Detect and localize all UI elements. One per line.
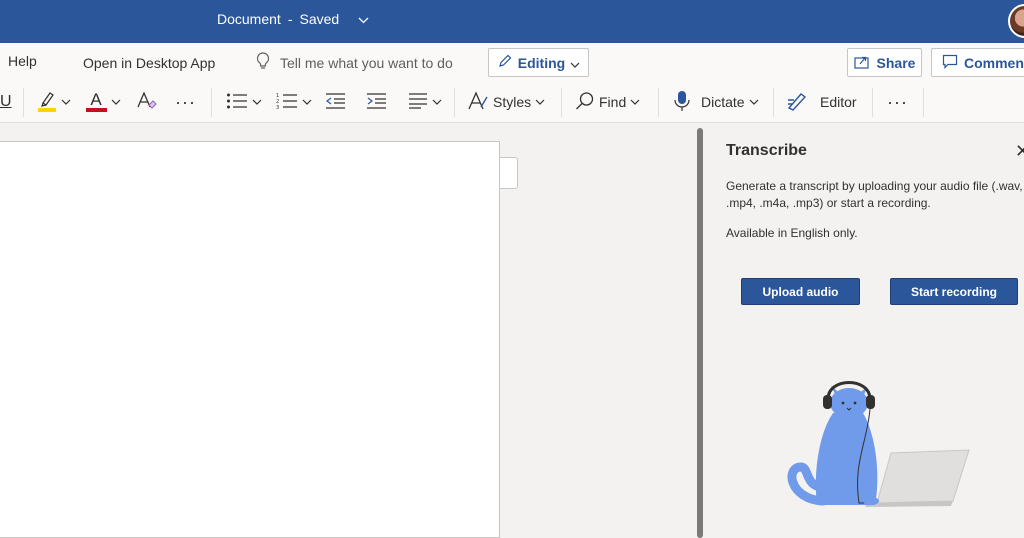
document-title[interactable]: Document - Saved (217, 11, 369, 27)
share-label: Share (876, 54, 916, 71)
underline-button[interactable]: U (0, 90, 12, 114)
save-status: Saved (299, 11, 340, 27)
ribbon-separator (872, 88, 873, 117)
chevron-down-icon (570, 55, 580, 71)
title-separator: - (287, 11, 293, 27)
dictate-label: Dictate (701, 94, 745, 110)
pane-title: Transcribe (726, 142, 807, 159)
editor-label: Editor (820, 94, 857, 110)
pencil-icon (497, 53, 513, 72)
find-label: Find (599, 94, 627, 110)
ribbon-separator (23, 88, 24, 117)
avatar[interactable] (1008, 4, 1024, 38)
chevron-down-icon (630, 97, 640, 107)
close-icon[interactable]: ✕ (1015, 141, 1024, 162)
menu-bar: Help Open in Desktop App Tell me what yo… (0, 43, 1024, 82)
pane-description: Generate a transcript by uploading your … (726, 179, 1023, 210)
vertical-scrollbar[interactable] (697, 128, 703, 538)
editor-pen-icon (786, 91, 808, 114)
font-color-button[interactable]: A (85, 90, 121, 114)
clear-formatting-icon (136, 90, 158, 114)
document-page[interactable] (0, 141, 500, 538)
share-button[interactable]: Share (847, 48, 922, 77)
document-name: Document (217, 11, 281, 27)
menu-help[interactable]: Help (8, 53, 37, 69)
editing-label: Editing (517, 54, 566, 71)
decrease-indent-button[interactable] (325, 90, 346, 114)
styles-icon (467, 90, 489, 114)
page-side-tab[interactable] (500, 157, 518, 189)
numbered-list-icon: 123 (276, 92, 298, 113)
tell-me-search[interactable]: Tell me what you want to do (256, 52, 453, 73)
bullet-list-icon (226, 92, 248, 113)
styles-button[interactable]: Styles (467, 90, 545, 114)
chevron-down-icon[interactable] (302, 97, 312, 107)
availability-note: Available in English only. (726, 226, 858, 240)
chevron-down-icon[interactable] (252, 97, 262, 107)
align-button[interactable] (408, 90, 442, 114)
title-bar: Document - Saved (0, 0, 1024, 43)
underline-label: U (0, 93, 12, 110)
dictate-button[interactable]: Dictate (673, 90, 759, 114)
chevron-down-icon[interactable] (358, 11, 369, 27)
more-icon: ··· (887, 91, 908, 112)
align-left-icon (408, 92, 428, 113)
lightbulb-icon (256, 52, 270, 73)
numbering-button[interactable]: 123 (276, 90, 312, 114)
microphone-icon (673, 90, 691, 115)
chevron-down-icon[interactable] (749, 97, 759, 107)
comments-label: Comments (964, 54, 1024, 71)
open-in-desktop-app[interactable]: Open in Desktop App (83, 55, 215, 71)
bullets-button[interactable] (226, 90, 262, 114)
chevron-down-icon[interactable] (111, 97, 121, 107)
more-font-options-button[interactable]: ··· (175, 90, 196, 114)
comment-icon (942, 54, 958, 72)
transcribe-pane: Transcribe ✕ Generate a transcript by up… (708, 123, 1024, 538)
styles-label: Styles (493, 94, 532, 110)
more-icon: ··· (175, 91, 196, 112)
editing-mode-button[interactable]: Editing (488, 48, 589, 77)
svg-text:3: 3 (276, 105, 279, 110)
ribbon-separator (561, 88, 562, 117)
ribbon-separator (658, 88, 659, 117)
highlight-color-button[interactable] (37, 90, 71, 114)
highlighter-icon (37, 90, 57, 115)
upload-audio-button[interactable]: Upload audio (741, 278, 860, 305)
ribbon-separator (923, 88, 924, 117)
cat-headphones-illustration (787, 381, 970, 507)
increase-indent-icon (366, 92, 387, 113)
chevron-down-icon[interactable] (432, 97, 442, 107)
tell-me-placeholder: Tell me what you want to do (280, 54, 453, 71)
editor-button[interactable]: Editor (786, 90, 857, 114)
start-recording-button[interactable]: Start recording (890, 278, 1018, 305)
ribbon-separator (773, 88, 774, 117)
chevron-down-icon (535, 97, 545, 107)
share-icon (853, 54, 871, 72)
font-color-icon: A (85, 91, 107, 112)
more-options-button[interactable]: ··· (887, 90, 908, 114)
increase-indent-button[interactable] (366, 90, 387, 114)
comments-button[interactable]: Comments (931, 48, 1024, 77)
ribbon-toolbar: U A ··· 123 Styles Find Dictate Editor ·… (0, 82, 1024, 123)
chevron-down-icon[interactable] (61, 97, 71, 107)
search-icon (575, 91, 595, 114)
find-button[interactable]: Find (575, 90, 640, 114)
clear-formatting-button[interactable] (136, 90, 158, 114)
decrease-indent-icon (325, 92, 346, 113)
ribbon-separator (211, 88, 212, 117)
ribbon-separator (454, 88, 455, 117)
